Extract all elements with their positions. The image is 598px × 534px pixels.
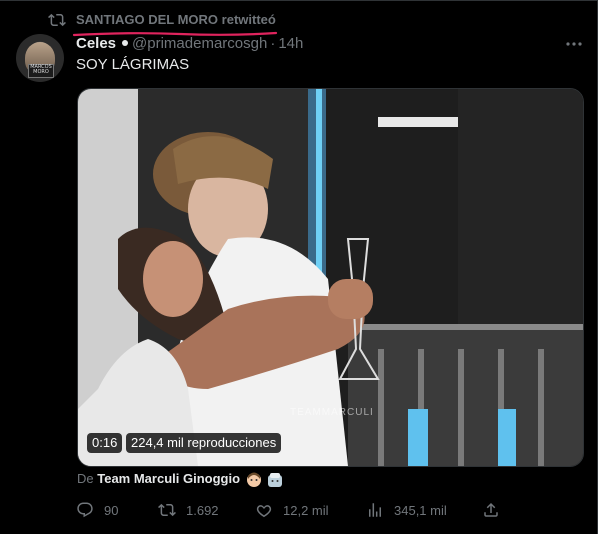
heart-icon: [256, 505, 272, 518]
like-count: 12,2 mil: [283, 502, 329, 518]
top-divider: [0, 0, 598, 1]
media-attribution: De Team Marculi Ginoggio: [77, 471, 283, 488]
author-name[interactable]: Celes: [76, 35, 116, 52]
retweet-count: 1.692: [186, 502, 219, 518]
tweet-text: SOY LÁGRIMAS: [76, 56, 190, 73]
tweet-header: Celes @primademarcosgh · 14h: [76, 35, 303, 55]
share-icon: [484, 502, 498, 517]
woman-emoji-icon: [246, 472, 261, 487]
avatar[interactable]: MARCOS MORO: [16, 34, 64, 82]
status-dot: [122, 40, 129, 47]
tweet-action-bar: 90 1.692 12,2 mil 345,1 mil: [0, 498, 598, 522]
video-view-count: 224,4 mil reproducciones: [126, 433, 282, 453]
video-watermark: TEAMMARCULI: [290, 407, 374, 418]
reply-count: 90: [104, 502, 119, 518]
header-separator: ·: [270, 35, 276, 52]
retweet-icon: [158, 503, 176, 517]
reply-icon: [77, 502, 93, 518]
views-button[interactable]: 345,1 mil: [366, 498, 447, 522]
video-player[interactable]: TEAMMARCULI 0:16 224,4 mil reproduccione…: [77, 88, 584, 467]
man-emoji-icon: [268, 472, 283, 487]
views-count: 345,1 mil: [394, 502, 447, 518]
video-timer: 0:16: [87, 433, 123, 453]
avatar-caption: MARCOS MORO: [28, 64, 54, 78]
retweet-icon: [48, 13, 66, 27]
retweeter-link[interactable]: SANTIAGO DEL MORO retwitteó: [76, 12, 276, 27]
author-handle[interactable]: @primademarcosgh: [132, 35, 267, 52]
retweet-button[interactable]: 1.692: [158, 498, 219, 522]
like-button[interactable]: 12,2 mil: [255, 498, 329, 522]
attribution-prefix: De: [77, 471, 94, 486]
analytics-icon: [369, 503, 381, 517]
reply-button[interactable]: 90: [76, 498, 118, 522]
share-button[interactable]: [482, 498, 510, 522]
more-options-icon[interactable]: [564, 36, 584, 52]
tweet-timestamp[interactable]: 14h: [278, 35, 303, 52]
attribution-source-link[interactable]: Team Marculi Ginoggio: [97, 471, 240, 486]
retweet-context: SANTIAGO DEL MORO retwitteó: [0, 8, 598, 37]
